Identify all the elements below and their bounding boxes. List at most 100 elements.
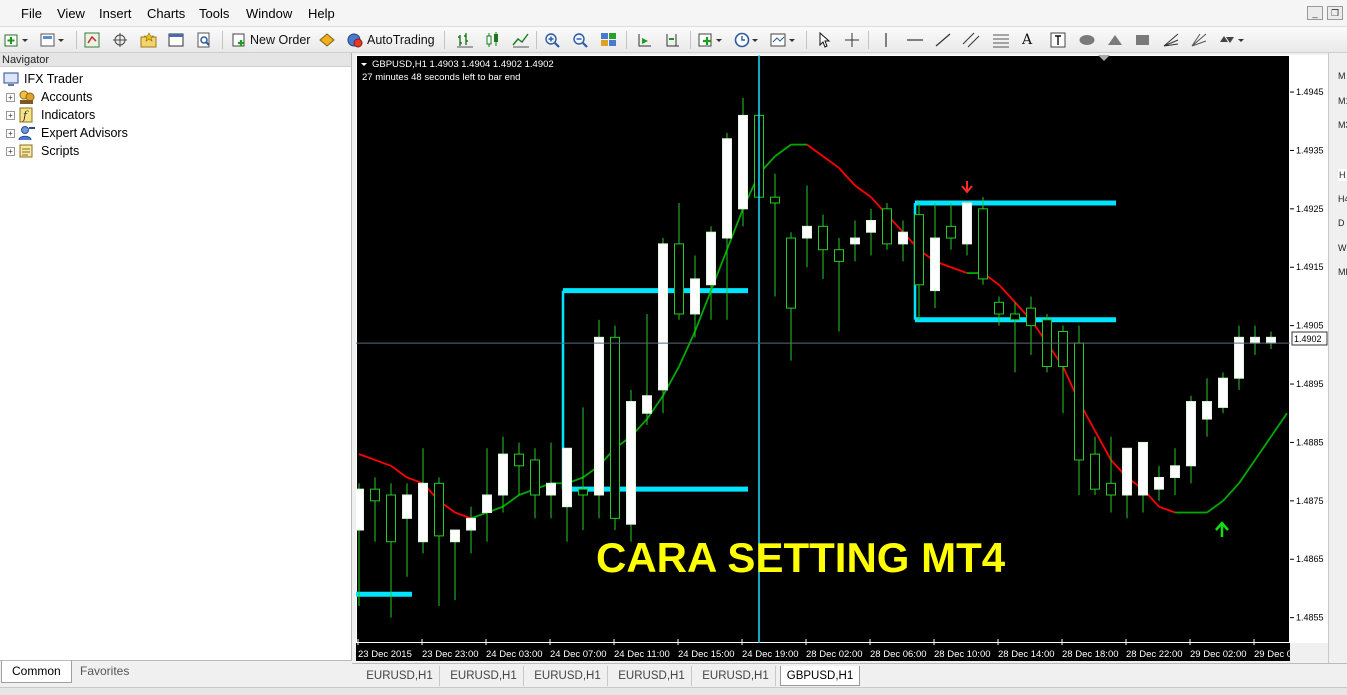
chart-window-tabs: EURUSD,H1 EURUSD,H1 EURUSD,H1 EURUSD,H1 … — [352, 663, 1347, 687]
tile-windows-icon — [601, 33, 616, 46]
nav-root[interactable]: IFX Trader — [3, 70, 83, 88]
autotrading-button[interactable]: AutoTrading — [346, 30, 435, 50]
bar-chart-button[interactable] — [456, 30, 474, 50]
timeframe-m[interactable]: M — [1338, 71, 1346, 81]
candle-body — [370, 488, 380, 502]
timeframe-d[interactable]: D — [1338, 218, 1345, 228]
vertical-line-tool[interactable] — [878, 30, 894, 50]
trendline-tool[interactable] — [934, 30, 952, 50]
magnifier-doc-icon — [197, 32, 210, 48]
tab-common[interactable]: Common — [1, 661, 72, 683]
expand-icon[interactable]: + — [6, 128, 15, 138]
price-tick-label: 1.4945 — [1296, 87, 1324, 97]
fibo-fan-tool[interactable] — [1162, 30, 1180, 50]
nav-item-scripts[interactable]: + Scripts — [6, 142, 79, 160]
chart-tab-2[interactable]: EURUSD,H1 — [444, 666, 524, 686]
text-a-icon: A — [1022, 32, 1033, 48]
cursor-tool[interactable] — [816, 30, 832, 50]
data-window-button[interactable] — [112, 30, 128, 50]
expert-advisor-icon — [18, 126, 35, 141]
triangle-tool[interactable] — [1106, 30, 1124, 50]
menu-help[interactable]: Help — [308, 6, 335, 21]
terminal-button[interactable] — [168, 30, 184, 50]
line-chart-button[interactable] — [512, 30, 530, 50]
ellipse-icon — [1079, 35, 1095, 45]
templates-button[interactable] — [770, 30, 798, 50]
menu-tools[interactable]: Tools — [199, 6, 229, 21]
chart-tab-1[interactable]: EURUSD,H1 — [360, 666, 440, 686]
tab-favorites[interactable]: Favorites — [70, 661, 139, 683]
nav-item-expert-advisors[interactable]: + Expert Advisors — [6, 124, 128, 142]
menu-insert[interactable]: Insert — [99, 6, 132, 21]
vertical-line-icon — [885, 33, 887, 47]
expand-icon[interactable]: + — [6, 92, 15, 102]
timeframe-m1[interactable]: M1 — [1338, 96, 1347, 106]
chart-tab-5[interactable]: EURUSD,H1 — [696, 666, 776, 686]
text-label-tool[interactable] — [1050, 30, 1066, 50]
candle-body — [498, 453, 508, 496]
symbol-info: GBPUSD,H1 1.4903 1.4904 1.4902 1.4902 — [372, 59, 554, 70]
rectangle-tool[interactable] — [1134, 30, 1152, 50]
candle-body — [914, 214, 924, 286]
strategy-tester-button[interactable] — [196, 30, 212, 50]
candle-body — [706, 231, 716, 286]
metaeditor-button[interactable] — [318, 30, 336, 50]
market-watch-button[interactable] — [84, 30, 100, 50]
menu-file[interactable]: File — [21, 6, 42, 21]
horizontal-line-tool[interactable] — [906, 30, 924, 50]
autotrading-label: AutoTrading — [367, 33, 435, 47]
gann-tool[interactable] — [1190, 30, 1208, 50]
clock-icon — [734, 32, 758, 48]
candlestick-icon — [486, 32, 498, 47]
equidistant-channel-tool[interactable] — [962, 30, 982, 50]
timeframe-w[interactable]: W — [1338, 243, 1347, 253]
chart-tab-4[interactable]: EURUSD,H1 — [612, 666, 692, 686]
tile-windows-button[interactable] — [600, 30, 618, 50]
expand-icon[interactable]: + — [6, 110, 15, 120]
candle-body — [594, 336, 604, 496]
candle-body — [1122, 447, 1132, 496]
price-tick-label: 1.4875 — [1296, 496, 1324, 506]
price-chart[interactable]: 23 Dec 2015 23 Dec 23:00 24 Dec 03:00 24 De… — [356, 55, 1290, 661]
menu-window[interactable]: Window — [246, 6, 292, 21]
auto-scroll-button[interactable] — [636, 30, 654, 50]
restore-button[interactable]: ❐ — [1327, 6, 1343, 20]
minimize-button[interactable]: _ — [1307, 6, 1323, 20]
price-tick-label: 1.4855 — [1296, 613, 1324, 623]
time-label: 28 Dec 10:00 — [934, 649, 991, 660]
navigator-button[interactable] — [140, 30, 158, 50]
new-order-button[interactable]: New Order — [231, 30, 310, 50]
new-chart-button[interactable] — [4, 30, 30, 50]
expand-icon[interactable]: + — [6, 146, 15, 156]
timeframe-h[interactable]: H — [1338, 169, 1347, 181]
price-tick-label: 1.4935 — [1296, 145, 1324, 155]
chart-shift-button[interactable] — [664, 30, 682, 50]
crosshair-tool[interactable] — [844, 30, 860, 50]
zoom-in-button[interactable] — [544, 30, 562, 50]
terminal-icon — [168, 33, 184, 47]
nav-item-indicators[interactable]: + f Indicators — [6, 106, 95, 124]
periods-button[interactable] — [734, 30, 762, 50]
zoom-out-button[interactable] — [572, 30, 590, 50]
timeframe-m3[interactable]: M3 — [1338, 120, 1347, 130]
ellipse-tool[interactable] — [1078, 30, 1096, 50]
menu-charts[interactable]: Charts — [147, 6, 185, 21]
candle-body — [946, 225, 956, 239]
fibonacci-tool[interactable] — [992, 30, 1010, 50]
current-price-label: 1.4902 — [1294, 334, 1322, 344]
triangle-icon — [1108, 35, 1122, 45]
fan-icon — [1163, 33, 1179, 47]
chart-tab-active[interactable]: GBPUSD,H1 — [780, 666, 860, 686]
profiles-button[interactable] — [40, 30, 66, 50]
timeframe-mn[interactable]: MN — [1338, 267, 1347, 277]
candlestick-chart-button[interactable] — [484, 30, 502, 50]
new-chart-icon — [4, 34, 28, 47]
menu-view[interactable]: View — [57, 6, 85, 21]
chart-tab-3[interactable]: EURUSD,H1 — [528, 666, 608, 686]
indicators-button[interactable] — [698, 30, 726, 50]
text-tool[interactable]: A — [1022, 30, 1032, 50]
arrows-tool[interactable] — [1218, 30, 1246, 50]
timeframe-h4[interactable]: H4 — [1338, 194, 1347, 204]
nav-root-label: IFX Trader — [24, 72, 84, 86]
nav-item-accounts[interactable]: + Accounts — [6, 88, 92, 106]
